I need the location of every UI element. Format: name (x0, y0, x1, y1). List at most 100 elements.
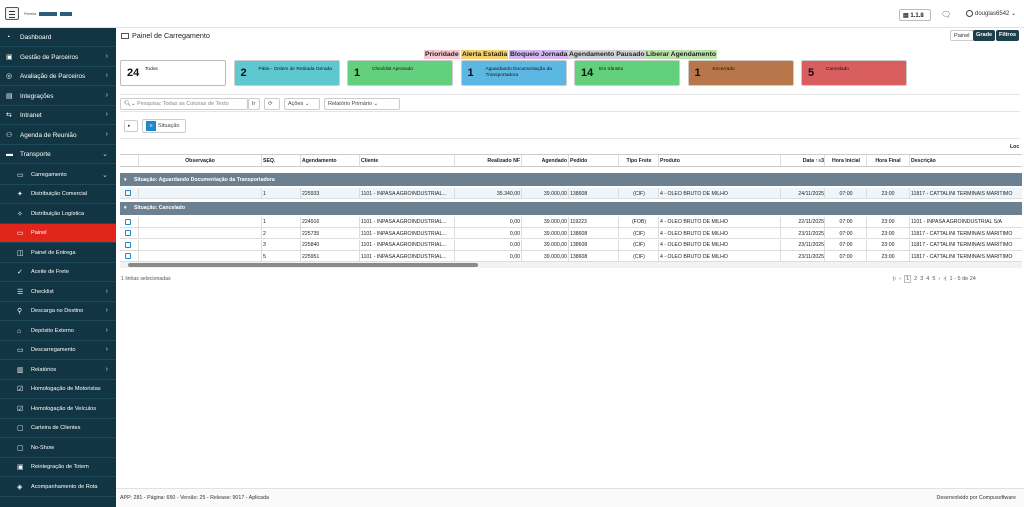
search-input[interactable]: 🔍︎⌄ Pesquisa: Todas as Colunas de Texto (120, 98, 248, 110)
status-card[interactable]: 14 Em trânsito (574, 60, 680, 86)
sidebar-item-15[interactable]: ⌂ Depósito Externo › (0, 322, 116, 341)
table-row[interactable]: 1 225933 1101 - INPASA AGROINDUSTRIAL... 35… (120, 188, 1022, 199)
table-row[interactable]: 3 225840 1101 - INPASA AGROINDUSTRIAL... 0,… (120, 239, 1022, 251)
column-header[interactable]: Produto (660, 158, 780, 164)
column-header[interactable]: Tipo Frete (620, 158, 658, 164)
sidebar-item-17[interactable]: ▥ Relatórios › (0, 361, 116, 380)
collapse-icon[interactable]: ▾ (124, 177, 127, 183)
table-cell: 24/11/2025 (798, 190, 824, 197)
collapse-icon[interactable]: ▾ (124, 205, 127, 211)
table-row[interactable]: 1 224916 1101 - INPASA AGROINDUSTRIAL... 0,… (120, 216, 1022, 228)
scroll-thumb[interactable] (128, 263, 478, 267)
column-header[interactable]: SEQ. (263, 158, 299, 164)
go-button[interactable]: Ir (248, 98, 260, 110)
column-header[interactable]: Hora Final (868, 158, 908, 164)
sidebar-item-label: Dashboard (20, 34, 52, 41)
column-header[interactable]: Agendado (523, 158, 567, 164)
column-header[interactable]: Descrição (911, 158, 1022, 164)
page-number[interactable]: 1 (904, 275, 912, 283)
report-select[interactable]: Relatório Primário ⌄ (324, 98, 400, 110)
edit-icon[interactable] (125, 253, 131, 259)
column-header[interactable]: Observação (140, 158, 260, 164)
sidebar-item-4[interactable]: ⇆ Intranet › (0, 106, 116, 125)
page-number[interactable]: 2 (914, 276, 917, 282)
user-menu[interactable]: douglas6542 ⌄ (966, 10, 1016, 17)
horizontal-scrollbar[interactable] (120, 262, 1022, 268)
status-card[interactable]: 2 Pátio - Ordem de Retirada Gerada (233, 60, 340, 86)
sidebar-item-6[interactable]: ▬ Transporte ⌄ (0, 145, 116, 164)
user-icon (966, 10, 973, 17)
table-cell: 23:00 (881, 219, 895, 225)
sidebar-item-5[interactable]: ⚇ Agenda de Reunião › (0, 126, 116, 145)
grade-button[interactable]: Grade (973, 30, 996, 41)
chat-icon[interactable]: 🗨 (941, 10, 951, 19)
refresh-icon[interactable]: ⟳ (264, 98, 280, 110)
page-number[interactable]: 4 (926, 276, 929, 282)
sidebar-item-7[interactable]: ▭ Carregamento ⌄ (0, 166, 116, 185)
app-info: APP: 281 - Página: 650 - Versão: 25 - Re… (120, 495, 269, 501)
status-card[interactable]: 1 Encerrado (687, 60, 794, 86)
page-number[interactable]: 5 (932, 276, 935, 282)
first-page-icon[interactable]: |‹ (893, 276, 896, 282)
column-header[interactable]: Cliente (361, 158, 453, 164)
sidebar-item-label: Homologação de Veículos (31, 405, 96, 412)
sidebar-item-0[interactable]: ◔ Dashboard (0, 28, 116, 47)
sidebar-item-13[interactable]: ☰ Checklist › (0, 283, 116, 302)
sidebar-item-21[interactable]: ▢ No-Show (0, 439, 116, 458)
sidebar-item-10[interactable]: ▭ Painel (0, 224, 116, 243)
column-header[interactable]: Data ↑≡3 (782, 158, 824, 164)
painel-button[interactable]: Painel (950, 30, 974, 41)
version-badge[interactable]: ▤ 1.1.8 (899, 9, 931, 21)
next-page-icon[interactable]: › (938, 276, 940, 282)
chevron-icon: ⌄ (102, 151, 108, 158)
edit-icon[interactable] (125, 218, 131, 225)
sidebar-item-22[interactable]: ▣ Reintegração de Totem (0, 458, 116, 477)
sidebar-item-2[interactable]: ◎ Avaliação de Parceiros › (0, 67, 116, 86)
group-row[interactable]: ▾ Situação: Cancelado (120, 201, 1022, 215)
table-row[interactable]: 5 225951 1101 - INPASA AGROINDUSTRIAL... 0,… (120, 251, 1022, 262)
sidebar-item-9[interactable]: ✧ Distribuição Logística (0, 205, 116, 224)
sidebar-item-3[interactable]: ▤ Integrações › (0, 87, 116, 106)
last-page-icon[interactable]: ›| (943, 276, 946, 282)
sidebar-item-18[interactable]: ☑ Homologação de Motoristas (0, 380, 116, 399)
panel-icon (121, 33, 129, 40)
column-header[interactable]: Realizado NF (456, 158, 520, 164)
sidebar-item-19[interactable]: ☑ Homologação de Veículos (0, 400, 116, 419)
card-label: Pátio - Ordem de Retirada Gerada (258, 67, 332, 72)
edit-icon[interactable] (125, 241, 131, 248)
group-by-chip[interactable]: ≡ Situação (142, 119, 186, 133)
page-number[interactable]: 3 (920, 276, 923, 282)
sidebar-item-1[interactable]: ▣ Gestão de Parceiros › (0, 48, 116, 67)
route-icon: ◈ (17, 483, 23, 491)
table-cell: 39.000,00 (543, 219, 567, 225)
edit-icon[interactable] (125, 230, 131, 236)
expand-icon[interactable]: ▸ (124, 120, 138, 132)
menu-toggle-button[interactable] (5, 7, 19, 20)
meeting-icon: ⚇ (6, 131, 13, 139)
actions-menu[interactable]: Ações ⌄ (284, 98, 320, 110)
sidebar-item-11[interactable]: ◫ Painel de Entrega (0, 244, 116, 263)
table-cell: 07:00 (839, 190, 853, 197)
column-header[interactable]: Agendamento (302, 158, 358, 164)
column-header[interactable]: Hora Inicial (826, 158, 866, 164)
edit-icon[interactable] (125, 190, 131, 196)
group-row[interactable]: ▾ Situação: Aguardando Documentação da Tr… (120, 173, 1022, 186)
table-row[interactable]: 2 225735 1101 - INPASA AGROINDUSTRIAL... 0,… (120, 228, 1022, 239)
status-card[interactable]: 24 Todos (120, 60, 226, 86)
group-title: Situação: Cancelado (134, 205, 186, 211)
status-card[interactable]: 5 Cancelado (801, 60, 907, 86)
vehicles-icon: ☑ (17, 405, 24, 413)
sidebar-item-14[interactable]: ⚲ Descarga no Destino › (0, 302, 116, 321)
sidebar-item-20[interactable]: ▢ Carteira de Clientes (0, 419, 116, 438)
status-card[interactable]: 1 Aguardando Documentação da Transportad… (460, 60, 567, 86)
sidebar-item-16[interactable]: ▭ Descarregamento › (0, 341, 116, 360)
filtros-button[interactable]: Filtros (996, 30, 1020, 41)
card-label: Checklist Aprovado (372, 67, 414, 72)
table-cell: 39.000,00 (543, 230, 567, 237)
sidebar-item-12[interactable]: ✓ Aceite de Frete (0, 263, 116, 282)
prev-page-icon[interactable]: ‹ (899, 276, 901, 282)
sidebar-item-23[interactable]: ◈ Acompanhamento de Rota (0, 478, 116, 497)
status-card[interactable]: 1 Checklist Aprovado (347, 60, 453, 86)
column-header[interactable]: Pedido (570, 158, 618, 164)
sidebar-item-8[interactable]: ✦ Distribuição Comercial (0, 185, 116, 204)
